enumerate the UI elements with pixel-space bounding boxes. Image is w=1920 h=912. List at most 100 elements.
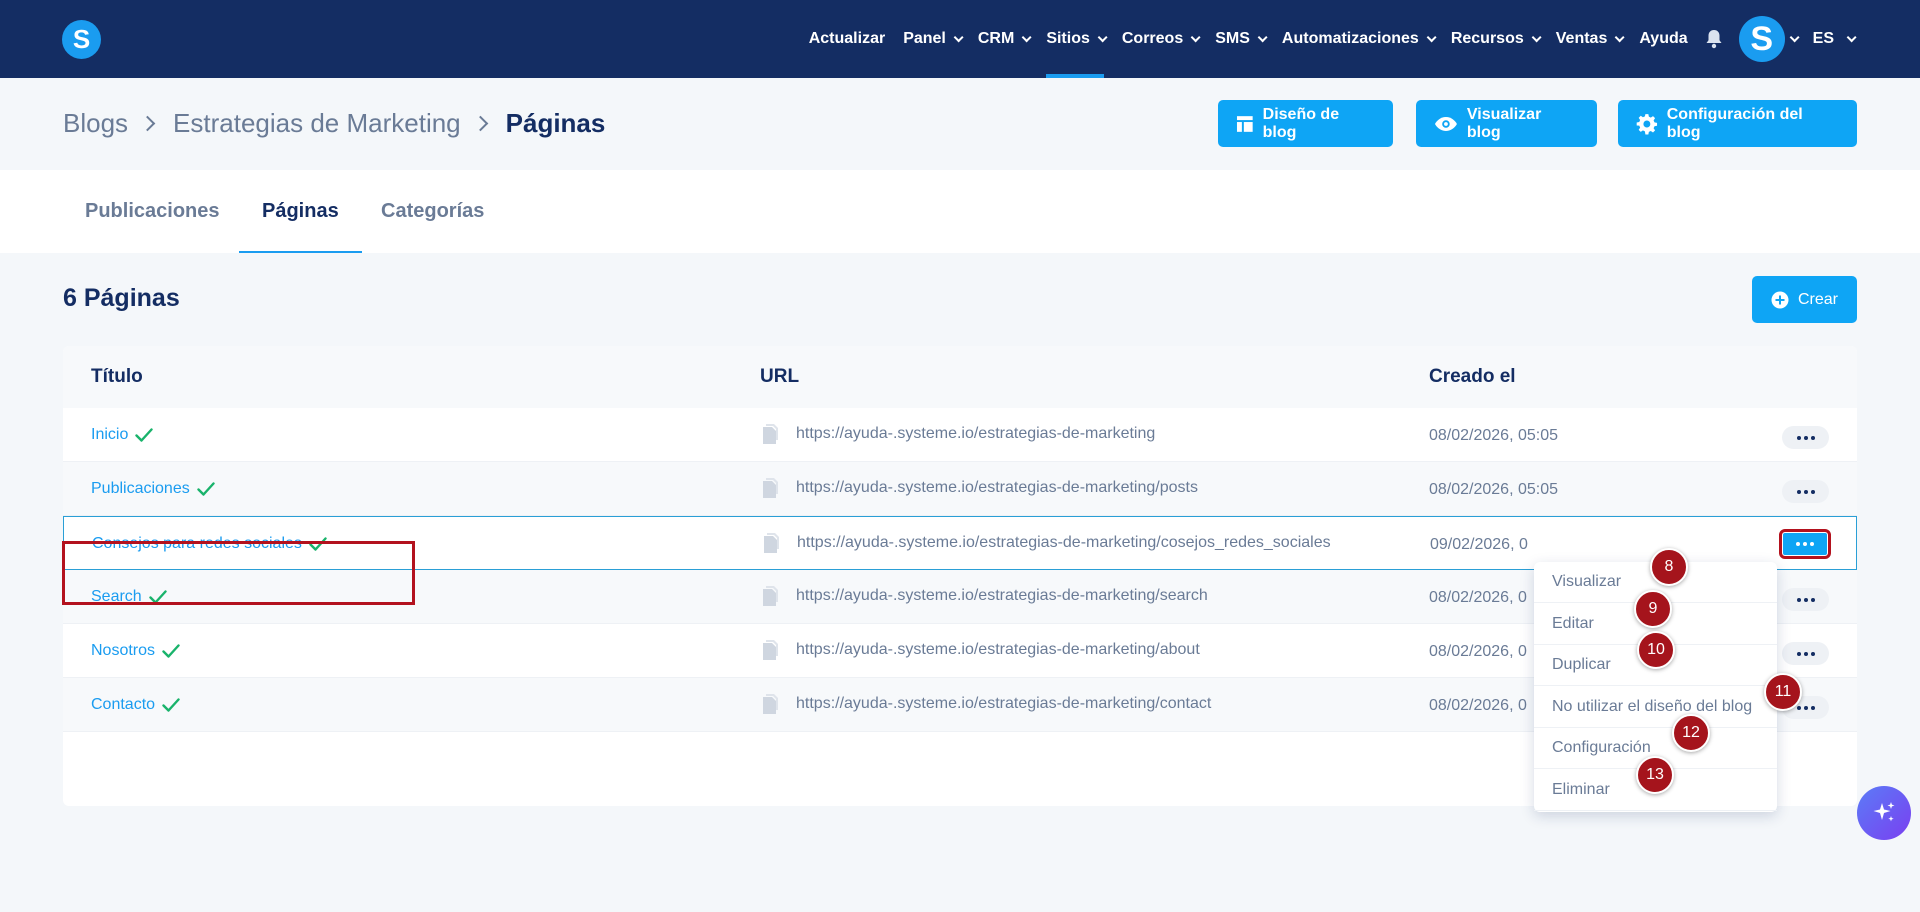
blog-design-button[interactable]: Diseño de blog: [1218, 100, 1393, 147]
nav-item-recursos[interactable]: Recursos: [1442, 0, 1547, 78]
column-header-url: URL: [760, 366, 800, 387]
check-icon: [162, 698, 180, 712]
blog-settings-button[interactable]: Configuración del blog: [1618, 100, 1857, 147]
menu-item-no-utilizar-el-dise-o-del-blog[interactable]: No utilizar el diseño del blog: [1534, 687, 1777, 728]
page-url-text: https://ayuda-.systeme.io/estrategias-de…: [796, 641, 1200, 658]
nav-item-sms[interactable]: SMS: [1206, 0, 1273, 78]
chevron-down-icon: [1426, 31, 1437, 42]
page-created-date: 09/02/2026, 0: [1430, 536, 1528, 553]
tab-label: Categorías: [381, 200, 485, 222]
layout-icon: [1236, 115, 1253, 132]
copy-icon[interactable]: [760, 693, 780, 715]
page-url: https://ayuda-.systeme.io/estrategias-de…: [760, 639, 1200, 661]
page-url-text: https://ayuda-.systeme.io/estrategias-de…: [797, 534, 1331, 551]
check-icon: [162, 644, 180, 658]
step-number-badge: 13: [1636, 755, 1674, 794]
menu-item-label: Visualizar: [1552, 573, 1622, 590]
step-number-badge: 9: [1634, 589, 1672, 628]
highlight-annotation: [62, 541, 415, 605]
nav-item-label: Ayuda: [1639, 30, 1688, 47]
tab-paginas[interactable]: Páginas: [239, 170, 362, 253]
nav-item-ventas[interactable]: Ventas: [1547, 0, 1631, 78]
nav-item-panel[interactable]: Panel: [894, 0, 969, 78]
page-created-date: 08/02/2026, 0: [1429, 643, 1527, 660]
breadcrumb-blogs[interactable]: Blogs: [63, 108, 128, 139]
chevron-down-icon: [1021, 31, 1032, 42]
page-url: https://ayuda-.systeme.io/estrategias-de…: [761, 532, 1331, 554]
copy-icon[interactable]: [760, 477, 780, 499]
chevron-right-icon: [472, 115, 488, 132]
create-page-button[interactable]: Crear: [1752, 276, 1857, 323]
gear-icon: [1636, 113, 1658, 134]
copy-icon[interactable]: [761, 532, 781, 554]
menu-item-label: Duplicar: [1552, 656, 1611, 673]
row-actions-button[interactable]: [1782, 480, 1829, 503]
row-actions-button[interactable]: [1782, 642, 1829, 665]
nav-item-label: Sitios: [1046, 30, 1090, 47]
row-actions-button[interactable]: [1782, 426, 1829, 449]
nav-item-sitios[interactable]: Sitios: [1037, 0, 1113, 78]
nav-item-label: Automatizaciones: [1281, 30, 1419, 47]
page-url: https://ayuda-.systeme.io/estrategias-de…: [760, 477, 1198, 499]
copy-icon[interactable]: [760, 585, 780, 607]
page-header: Blogs Estrategias de Marketing Páginas D…: [0, 78, 1920, 170]
page-created-date: 08/02/2026, 0: [1429, 697, 1527, 714]
nav-item-label: Ventas: [1555, 30, 1608, 47]
page-title-link[interactable]: Nosotros: [91, 642, 180, 660]
tab-categorias[interactable]: Categorías: [381, 170, 484, 253]
button-label: Visualizar blog: [1466, 105, 1542, 141]
menu-item-label: Configuración: [1552, 739, 1651, 756]
page-title-link[interactable]: Inicio: [91, 426, 154, 444]
column-header-created: Creado el: [1429, 366, 1516, 387]
page-title-link[interactable]: Contacto: [91, 696, 180, 714]
nav-item-label: SMS: [1215, 30, 1250, 47]
nav-item-actualizar[interactable]: Actualizar: [800, 0, 894, 78]
chevron-down-icon: [1190, 31, 1201, 42]
nav-item-correos[interactable]: Correos: [1113, 0, 1206, 78]
table-row: Publicaciones https://ayuda-.systeme.io/e…: [63, 462, 1857, 516]
user-avatar[interactable]: S: [1738, 16, 1785, 62]
row-actions-button[interactable]: [1782, 588, 1829, 611]
step-number-badge: 12: [1672, 714, 1710, 752]
button-label: Diseño de blog: [1262, 105, 1340, 141]
bell-icon[interactable]: [1703, 28, 1725, 50]
pages-count-title: 6 Páginas: [63, 284, 180, 312]
step-number-badge: 11: [1764, 672, 1802, 711]
page-url: https://ayuda-.systeme.io/estrategias-de…: [760, 423, 1155, 445]
tab-publicaciones[interactable]: Publicaciones: [85, 170, 220, 253]
table-header: Título URL Creado el: [63, 346, 1857, 408]
row-actions-button[interactable]: [1779, 529, 1831, 559]
nav-menu: Actualizar Panel CRM Sitios Correos SMS …: [800, 0, 1862, 78]
ai-assistant-button[interactable]: [1857, 786, 1911, 840]
nav-item-crm[interactable]: CRM: [969, 0, 1037, 78]
table-row: Inicio https://ayuda-.systeme.io/estrateg…: [63, 408, 1857, 462]
chevron-down-icon: [1789, 31, 1800, 42]
nav-item-label: Panel: [903, 30, 946, 47]
language-selector[interactable]: ES: [1804, 0, 1862, 78]
nav-item-automatizaciones[interactable]: Automatizaciones: [1273, 0, 1442, 78]
page-title-link[interactable]: Publicaciones: [91, 480, 215, 498]
nav-item-ayuda[interactable]: Ayuda: [1630, 0, 1696, 78]
copy-icon[interactable]: [760, 423, 780, 445]
menu-item-label: No utilizar el diseño del blog: [1552, 697, 1753, 715]
view-blog-button[interactable]: Visualizar blog: [1416, 100, 1597, 147]
page-title-text: Inicio: [91, 426, 129, 443]
page-url-text: https://ayuda-.systeme.io/estrategias-de…: [796, 587, 1208, 604]
chevron-down-icon: [953, 31, 964, 42]
button-label: Configuración del blog: [1666, 105, 1803, 141]
breadcrumb-blog[interactable]: Estrategias de Marketing: [173, 108, 461, 139]
check-icon: [197, 482, 215, 496]
systeme-logo[interactable]: S: [62, 20, 101, 59]
page-url: https://ayuda-.systeme.io/estrategias-de…: [760, 585, 1208, 607]
step-number-badge: 10: [1637, 631, 1675, 669]
chevron-down-icon: [1615, 31, 1625, 42]
menu-item-label: Eliminar: [1552, 780, 1610, 798]
tabs-bar: Publicaciones Páginas Categorías: [0, 170, 1920, 253]
page-url: https://ayuda-.systeme.io/estrategias-de…: [760, 693, 1211, 715]
page-title-text: Publicaciones: [91, 480, 190, 497]
page-title-text: Contacto: [91, 696, 156, 713]
account-menu-toggle[interactable]: [1785, 0, 1804, 78]
check-icon: [135, 428, 154, 442]
copy-icon[interactable]: [760, 639, 780, 661]
page-title-text: Nosotros: [91, 642, 156, 659]
